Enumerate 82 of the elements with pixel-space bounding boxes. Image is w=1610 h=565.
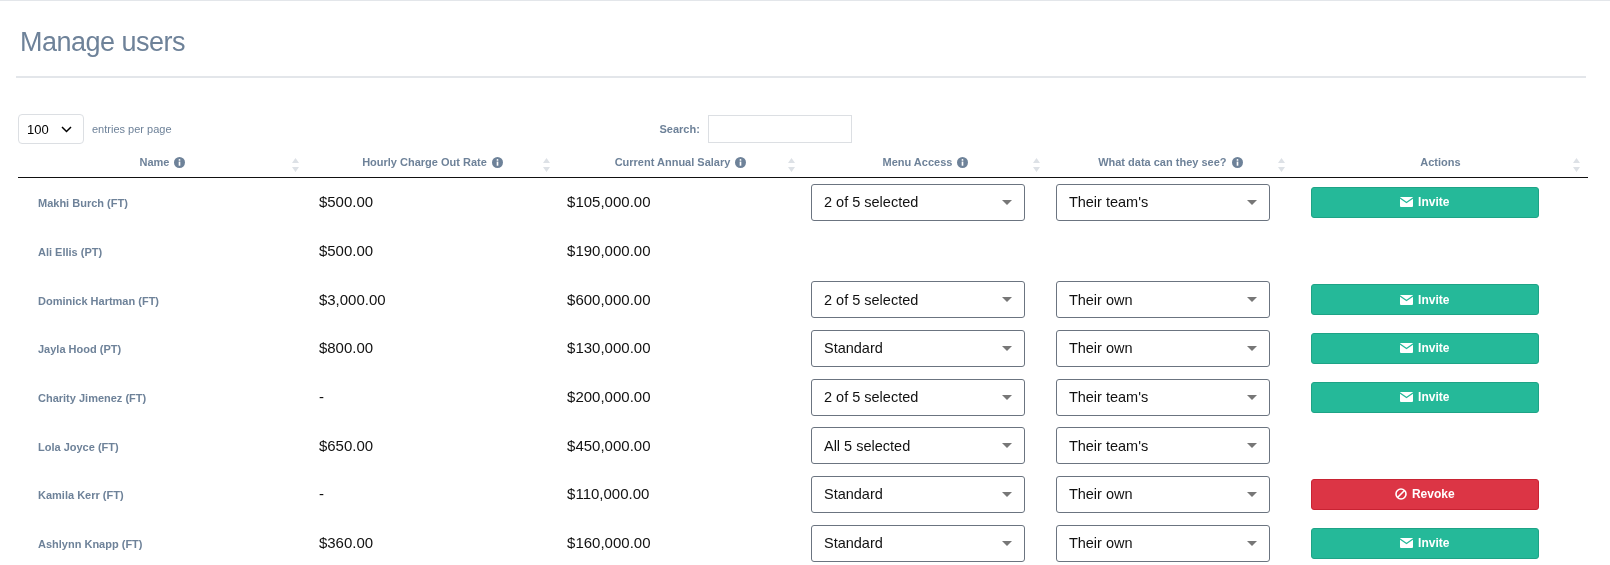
user-name: Charity Jimenez (FT) (37, 392, 147, 405)
annual-salary: $160,000.00 (566, 534, 651, 552)
info-icon (735, 156, 747, 168)
info-icon (174, 156, 186, 168)
menu-access-select[interactable]: Standard (810, 329, 1025, 367)
annual-salary: $200,000.00 (566, 388, 651, 406)
user-name: Kamila Kerr (FT) (37, 489, 124, 502)
data-scope-select[interactable]: Their team's (1055, 183, 1270, 221)
data-scope-select[interactable]: Their own (1055, 329, 1270, 367)
caret-icon (1246, 199, 1257, 205)
caret-icon (1001, 199, 1012, 205)
revoke-button[interactable]: Revoke (1310, 478, 1539, 510)
caret-icon (1001, 491, 1012, 497)
user-name: Dominick Hartman (FT) (37, 294, 159, 307)
caret-icon (1001, 443, 1012, 449)
menu-access-select[interactable]: 2 of 5 selected (810, 378, 1025, 416)
hourly-rate: $800.00 (317, 339, 374, 357)
column-header[interactable]: Current Annual Salary (614, 156, 747, 168)
hourly-rate: - (317, 388, 324, 406)
envelope-icon (1400, 538, 1414, 549)
menu-access-select[interactable]: 2 of 5 selected (810, 183, 1025, 221)
envelope-icon (1400, 343, 1414, 354)
info-icon (1231, 156, 1243, 168)
caret-icon (1001, 297, 1012, 303)
data-scope-select[interactable]: Their own (1055, 524, 1270, 562)
sort-icon[interactable] (291, 158, 299, 172)
column-header[interactable]: Hourly Charge Out Rate (362, 156, 503, 168)
annual-salary: $105,000.00 (566, 193, 651, 211)
caret-icon (1001, 540, 1012, 546)
menu-access-select[interactable]: 2 of 5 selected (810, 281, 1025, 319)
sort-icon[interactable] (1277, 158, 1285, 172)
annual-salary: $110,000.00 (566, 485, 650, 503)
sort-icon[interactable] (1032, 158, 1040, 172)
search-label: Search: (659, 123, 700, 135)
sort-icon[interactable] (787, 158, 795, 172)
sort-icon[interactable] (543, 158, 551, 172)
menu-access-select[interactable]: All 5 selected (810, 427, 1025, 465)
caret-icon (1246, 443, 1257, 449)
annual-salary: $600,000.00 (566, 290, 651, 308)
hourly-rate: - (317, 485, 324, 503)
page-title: Manage users (16, 1, 1586, 78)
column-header[interactable]: What data can they see? (1098, 156, 1243, 168)
page-size-select[interactable]: 100 (18, 114, 84, 144)
caret-icon (1246, 540, 1257, 546)
user-name: Jayla Hood (PT) (37, 343, 122, 356)
info-icon (491, 156, 503, 168)
search-field[interactable] (707, 115, 852, 143)
user-name: Ashlynn Knapp (FT) (37, 538, 143, 551)
prohibited-icon (1394, 488, 1407, 501)
caret-icon (1001, 345, 1012, 351)
data-scope-select[interactable]: Their own (1055, 475, 1270, 513)
column-header[interactable]: Name (139, 156, 186, 168)
sort-icon[interactable] (1573, 158, 1580, 172)
annual-salary: $450,000.00 (566, 436, 651, 454)
caret-icon (1246, 394, 1257, 400)
user-name: Ali Ellis (PT) (37, 246, 103, 259)
user-name: Makhi Burch (FT) (37, 197, 128, 210)
info-icon (957, 156, 969, 168)
envelope-icon (1400, 392, 1414, 403)
data-scope-select[interactable]: Their own (1055, 281, 1270, 319)
caret-icon (1001, 394, 1012, 400)
annual-salary: $190,000.00 (566, 242, 651, 260)
entries-label: entries per page (92, 123, 172, 135)
data-scope-select[interactable]: Their team's (1055, 427, 1270, 465)
hourly-rate: $500.00 (317, 193, 374, 211)
envelope-icon (1400, 294, 1414, 305)
user-name: Lola Joyce (FT) (37, 440, 119, 453)
caret-icon (1246, 297, 1257, 303)
hourly-rate: $650.00 (317, 436, 374, 454)
data-scope-select[interactable]: Their team's (1055, 378, 1270, 416)
chevron-icon (60, 125, 72, 133)
menu-access-select[interactable]: Standard (810, 524, 1025, 562)
hourly-rate: $360.00 (317, 534, 374, 552)
menu-access-select[interactable]: Standard (810, 475, 1025, 513)
caret-icon (1246, 345, 1257, 351)
caret-icon (1246, 491, 1257, 497)
envelope-icon (1400, 197, 1414, 208)
hourly-rate: $500.00 (317, 242, 374, 260)
column-header[interactable]: Menu Access (882, 156, 969, 168)
annual-salary: $130,000.00 (566, 339, 651, 357)
hourly-rate: $3,000.00 (317, 290, 386, 308)
column-header[interactable]: Actions (1420, 156, 1461, 168)
